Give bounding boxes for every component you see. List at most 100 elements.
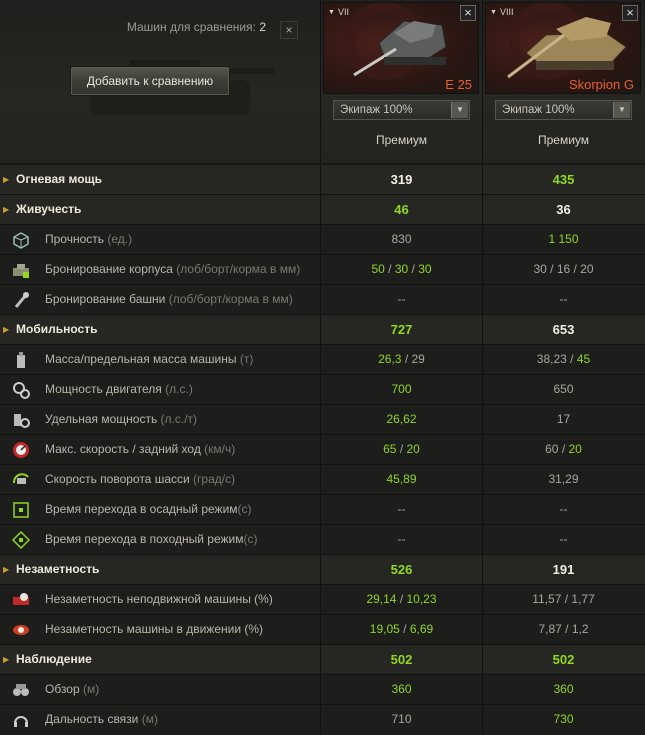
clear-compare-button[interactable]: × — [280, 21, 298, 39]
category-row: ▶ Мобильность 727 653 — [0, 314, 645, 344]
stat-label: Мощность двигателя (л.с.) — [45, 382, 193, 396]
category-label: Живучесть — [16, 202, 82, 216]
expand-arrow-icon[interactable]: ▶ — [3, 555, 9, 584]
tank-card-2[interactable]: ▼ VIII × Skorpion G — [485, 2, 641, 94]
chevron-down-icon: ▼ — [613, 102, 630, 118]
stat-value-tank-2: 1 150 — [482, 225, 644, 254]
stat-label: Обзор (м) — [45, 682, 100, 696]
stat-row: Мощность двигателя (л.с.) 700 650 — [0, 374, 645, 404]
stat-value-tank-2: 31,29 — [482, 465, 644, 494]
expand-arrow-icon[interactable]: ▶ — [3, 165, 9, 194]
stat-value-tank-2: 38,23 / 45 — [482, 345, 644, 374]
stat-row: Незаметность неподвижной машины (%) 29,14… — [0, 584, 645, 614]
stat-value-tank-2: 36 — [482, 195, 644, 224]
camo-moving-icon — [13, 625, 29, 635]
tank-type: Премиум — [537, 133, 590, 147]
travel-mode-icon — [12, 531, 30, 549]
stat-value-tank-1: 830 — [320, 225, 482, 254]
stat-label: Удельная мощность (л.с./т) — [45, 412, 198, 426]
stat-row: Макс. скорость / задний ход (км/ч) 65 / 2… — [0, 434, 645, 464]
stat-value-tank-1: 26,62 — [320, 405, 482, 434]
stat-value-tank-2: 30 / 16 / 20 — [482, 255, 644, 284]
expand-arrow-icon[interactable]: ▶ — [3, 315, 9, 344]
stat-value-tank-1: 45,89 — [320, 465, 482, 494]
hitpoints-icon — [13, 232, 29, 249]
stat-label: Бронирование корпуса (лоб/борт/корма в м… — [45, 262, 301, 276]
category-row: ▶ Огневая мощь 319 435 — [0, 164, 645, 194]
chevron-down-icon: ▼ — [451, 102, 468, 118]
stat-value-tank-1: 526 — [320, 555, 482, 584]
stat-value-tank-2: 360 — [482, 675, 644, 704]
stat-value-tank-1: 19,05 / 6,69 — [320, 615, 482, 644]
stat-value-tank-2: 17 — [482, 405, 644, 434]
stat-value-tank-2: 60 / 20 — [482, 435, 644, 464]
stat-value-tank-2: 653 — [482, 315, 644, 344]
stat-label: Незаметность машины в движении (%) — [45, 622, 264, 636]
engine-power-icon — [13, 382, 30, 399]
stat-value-tank-1: -- — [320, 285, 482, 314]
stat-value-tank-1: 319 — [320, 165, 482, 194]
stat-row: Бронирование башни (лоб/борт/корма в мм)… — [0, 284, 645, 314]
remove-tank-button[interactable]: × — [460, 5, 476, 21]
stat-value-tank-2: -- — [482, 285, 644, 314]
tier-arrow-icon: ▼ — [328, 9, 335, 16]
stat-row: Прочность (ед.) 830 1 150 — [0, 224, 645, 254]
stat-value-tank-1: 360 — [320, 675, 482, 704]
stat-value-tank-1: 46 — [320, 195, 482, 224]
expand-arrow-icon[interactable]: ▶ — [3, 195, 9, 224]
specific-power-icon — [14, 414, 30, 428]
stat-value-tank-1: 727 — [320, 315, 482, 344]
compare-count: 2 — [259, 20, 266, 34]
crew-select[interactable]: Экипаж 100% ▼ — [333, 100, 470, 120]
view-range-icon — [13, 684, 29, 696]
stat-label: Масса/предельная масса машины (т) — [45, 352, 254, 366]
stat-row: Масса/предельная масса машины (т) 26,3 / … — [0, 344, 645, 374]
remove-tank-button[interactable]: × — [622, 5, 638, 21]
stat-value-tank-1: -- — [320, 525, 482, 554]
stat-value-tank-2: 191 — [482, 555, 644, 584]
stat-row: Скорость поворота шасси (град/с) 45,89 31,… — [0, 464, 645, 494]
stat-row: Обзор (м) 360 360 — [0, 674, 645, 704]
tank-name: Skorpion G — [568, 77, 634, 92]
tank-card-1[interactable]: ▼ VII × E 25 — [323, 2, 479, 94]
stat-label: Макс. скорость / задний ход (км/ч) — [45, 442, 236, 456]
stat-row: Бронирование корпуса (лоб/борт/корма в м… — [0, 254, 645, 284]
category-label: Огневая мощь — [16, 172, 103, 186]
weight-icon — [17, 352, 25, 368]
stat-row: Незаметность машины в движении (%) 19,05 … — [0, 614, 645, 644]
stat-value-tank-2: -- — [482, 495, 644, 524]
tier-arrow-icon: ▼ — [490, 9, 497, 16]
stat-value-tank-2: 502 — [482, 645, 644, 674]
tank-column-1: ▼ VII × E 25 Экипаж 100% ▼ Премиум — [320, 0, 481, 163]
stat-value-tank-1: 29,14 / 10,23 — [320, 585, 482, 614]
stat-label: Скорость поворота шасси (град/с) — [45, 472, 236, 486]
comparison-table: ▶ Огневая мощь 319 435 ▶ Живучесть 46 36 Прочнос… — [0, 164, 645, 734]
stat-value-tank-2: 11,57 / 1,77 — [482, 585, 644, 614]
stat-value-tank-2: -- — [482, 525, 644, 554]
expand-arrow-icon[interactable]: ▶ — [3, 645, 9, 674]
tank-name: E 25 — [445, 77, 472, 92]
stat-row: Время перехода в осадный режим(с) -- -- — [0, 494, 645, 524]
compare-count-label: Машин для сравнения: 2 — [126, 20, 266, 34]
stat-label: Время перехода в осадный режим(с) — [45, 502, 252, 516]
stat-label: Прочность (ед.) — [45, 232, 133, 246]
stat-value-tank-1: 26,3 / 29 — [320, 345, 482, 374]
add-to-compare-button[interactable]: Добавить к сравнению — [70, 66, 230, 96]
camo-stationary-icon — [13, 593, 29, 605]
stat-value-tank-1: 710 — [320, 705, 482, 734]
crew-select[interactable]: Экипаж 100% ▼ — [495, 100, 632, 120]
stat-label: Бронирование башни (лоб/борт/корма в мм) — [45, 292, 293, 306]
stat-value-tank-1: -- — [320, 495, 482, 524]
stat-label: Дальность связи (м) — [45, 712, 158, 726]
stat-value-tank-1: 502 — [320, 645, 482, 674]
stat-value-tank-1: 700 — [320, 375, 482, 404]
category-label: Мобильность — [16, 322, 98, 336]
category-row: ▶ Незаметность 526 191 — [0, 554, 645, 584]
stat-value-tank-2: 730 — [482, 705, 644, 734]
stat-row: Дальность связи (м) 710 730 — [0, 704, 645, 734]
stat-value-tank-2: 650 — [482, 375, 644, 404]
stat-row: Удельная мощность (л.с./т) 26,62 17 — [0, 404, 645, 434]
stat-row: Время перехода в походный режим(с) -- -- — [0, 524, 645, 554]
stat-label: Время перехода в походный режим(с) — [45, 532, 258, 546]
category-label: Наблюдение — [16, 652, 92, 666]
